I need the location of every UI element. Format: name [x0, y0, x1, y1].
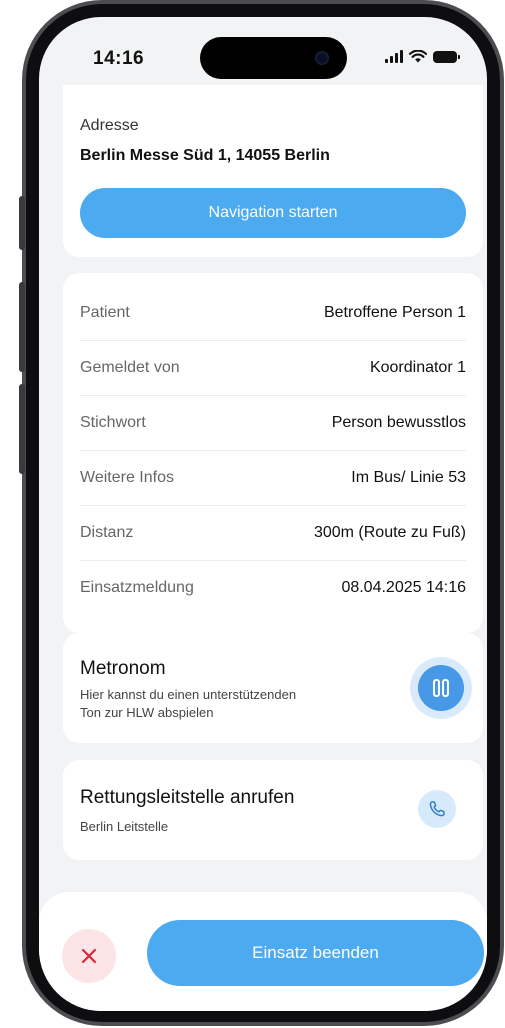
metronome-title: Metronom [80, 658, 166, 679]
detail-value: Betroffene Person 1 [323, 303, 466, 321]
detail-row-distance: Distanz 300m (Route zu Fuß) [80, 505, 466, 560]
detail-row-reported-by: Gemeldet von Koordinator 1 [80, 340, 466, 395]
detail-row-patient: Patient Betroffene Person 1 [80, 285, 466, 340]
detail-value: 08.04.2025 14:16 [341, 578, 466, 596]
detail-label: Gemeldet von [80, 358, 180, 376]
detail-row-keyword: Stichwort Person bewusstlos [80, 395, 466, 450]
call-dispatch-title: Rettungsleitstelle anrufen [80, 787, 295, 808]
metronome-subtitle-line-2: Ton zur HLW abspielen [80, 705, 214, 720]
wifi-icon [409, 50, 427, 63]
action-button [19, 196, 25, 250]
address-label: Adresse [80, 117, 139, 134]
address-card: Adresse Berlin Messe Süd 1, 14055 Berlin… [63, 85, 483, 257]
status-icons [385, 50, 460, 63]
bottom-action-bar: Einsatz beenden [39, 892, 487, 1011]
start-navigation-button[interactable]: Navigation starten [80, 188, 466, 238]
detail-value: Im Bus/ Linie 53 [351, 468, 466, 486]
phone-icon [429, 801, 445, 817]
volume-up-button [19, 282, 25, 372]
mission-details-card: Patient Betroffene Person 1 Gemeldet von… [63, 273, 483, 633]
status-time: 14:16 [93, 48, 145, 69]
detail-row-more-info: Weitere Infos Im Bus/ Linie 53 [80, 450, 466, 505]
metronome-card: Metronom Hier kannst du einen unterstütz… [63, 633, 483, 743]
call-dispatch-button[interactable] [418, 790, 456, 828]
pause-icon [433, 679, 449, 697]
cellular-signal-icon [385, 50, 403, 63]
end-mission-button[interactable]: Einsatz beenden [147, 920, 484, 986]
metronome-subtitle-line-1: Hier kannst du einen unterstützenden [80, 687, 297, 702]
cancel-button[interactable] [62, 929, 116, 983]
detail-value: Koordinator 1 [369, 358, 466, 376]
close-icon [81, 948, 97, 964]
detail-value: Person bewusstlos [331, 413, 466, 431]
detail-row-alert-time: Einsatzmeldung 08.04.2025 14:16 [80, 560, 466, 615]
address-value: Berlin Messe Süd 1, 14055 Berlin [80, 147, 330, 164]
volume-down-button [19, 384, 25, 474]
detail-value: 300m (Route zu Fuß) [313, 523, 466, 541]
detail-label: Weitere Infos [80, 468, 174, 486]
screen: 14:16 Adresse Berlin Messe Süd 1, 14055 … [39, 17, 487, 1011]
detail-label: Stichwort [80, 413, 146, 431]
call-dispatch-subtitle: Berlin Leitstelle [80, 819, 169, 834]
metronome-pause-button[interactable] [418, 665, 464, 711]
call-dispatch-card[interactable]: Rettungsleitstelle anrufen Berlin Leitst… [63, 760, 483, 860]
front-camera [315, 51, 329, 65]
detail-label: Patient [80, 303, 130, 321]
battery-icon [433, 50, 460, 63]
dynamic-island [200, 37, 347, 79]
detail-label: Distanz [80, 523, 134, 541]
detail-label: Einsatzmeldung [80, 578, 194, 596]
